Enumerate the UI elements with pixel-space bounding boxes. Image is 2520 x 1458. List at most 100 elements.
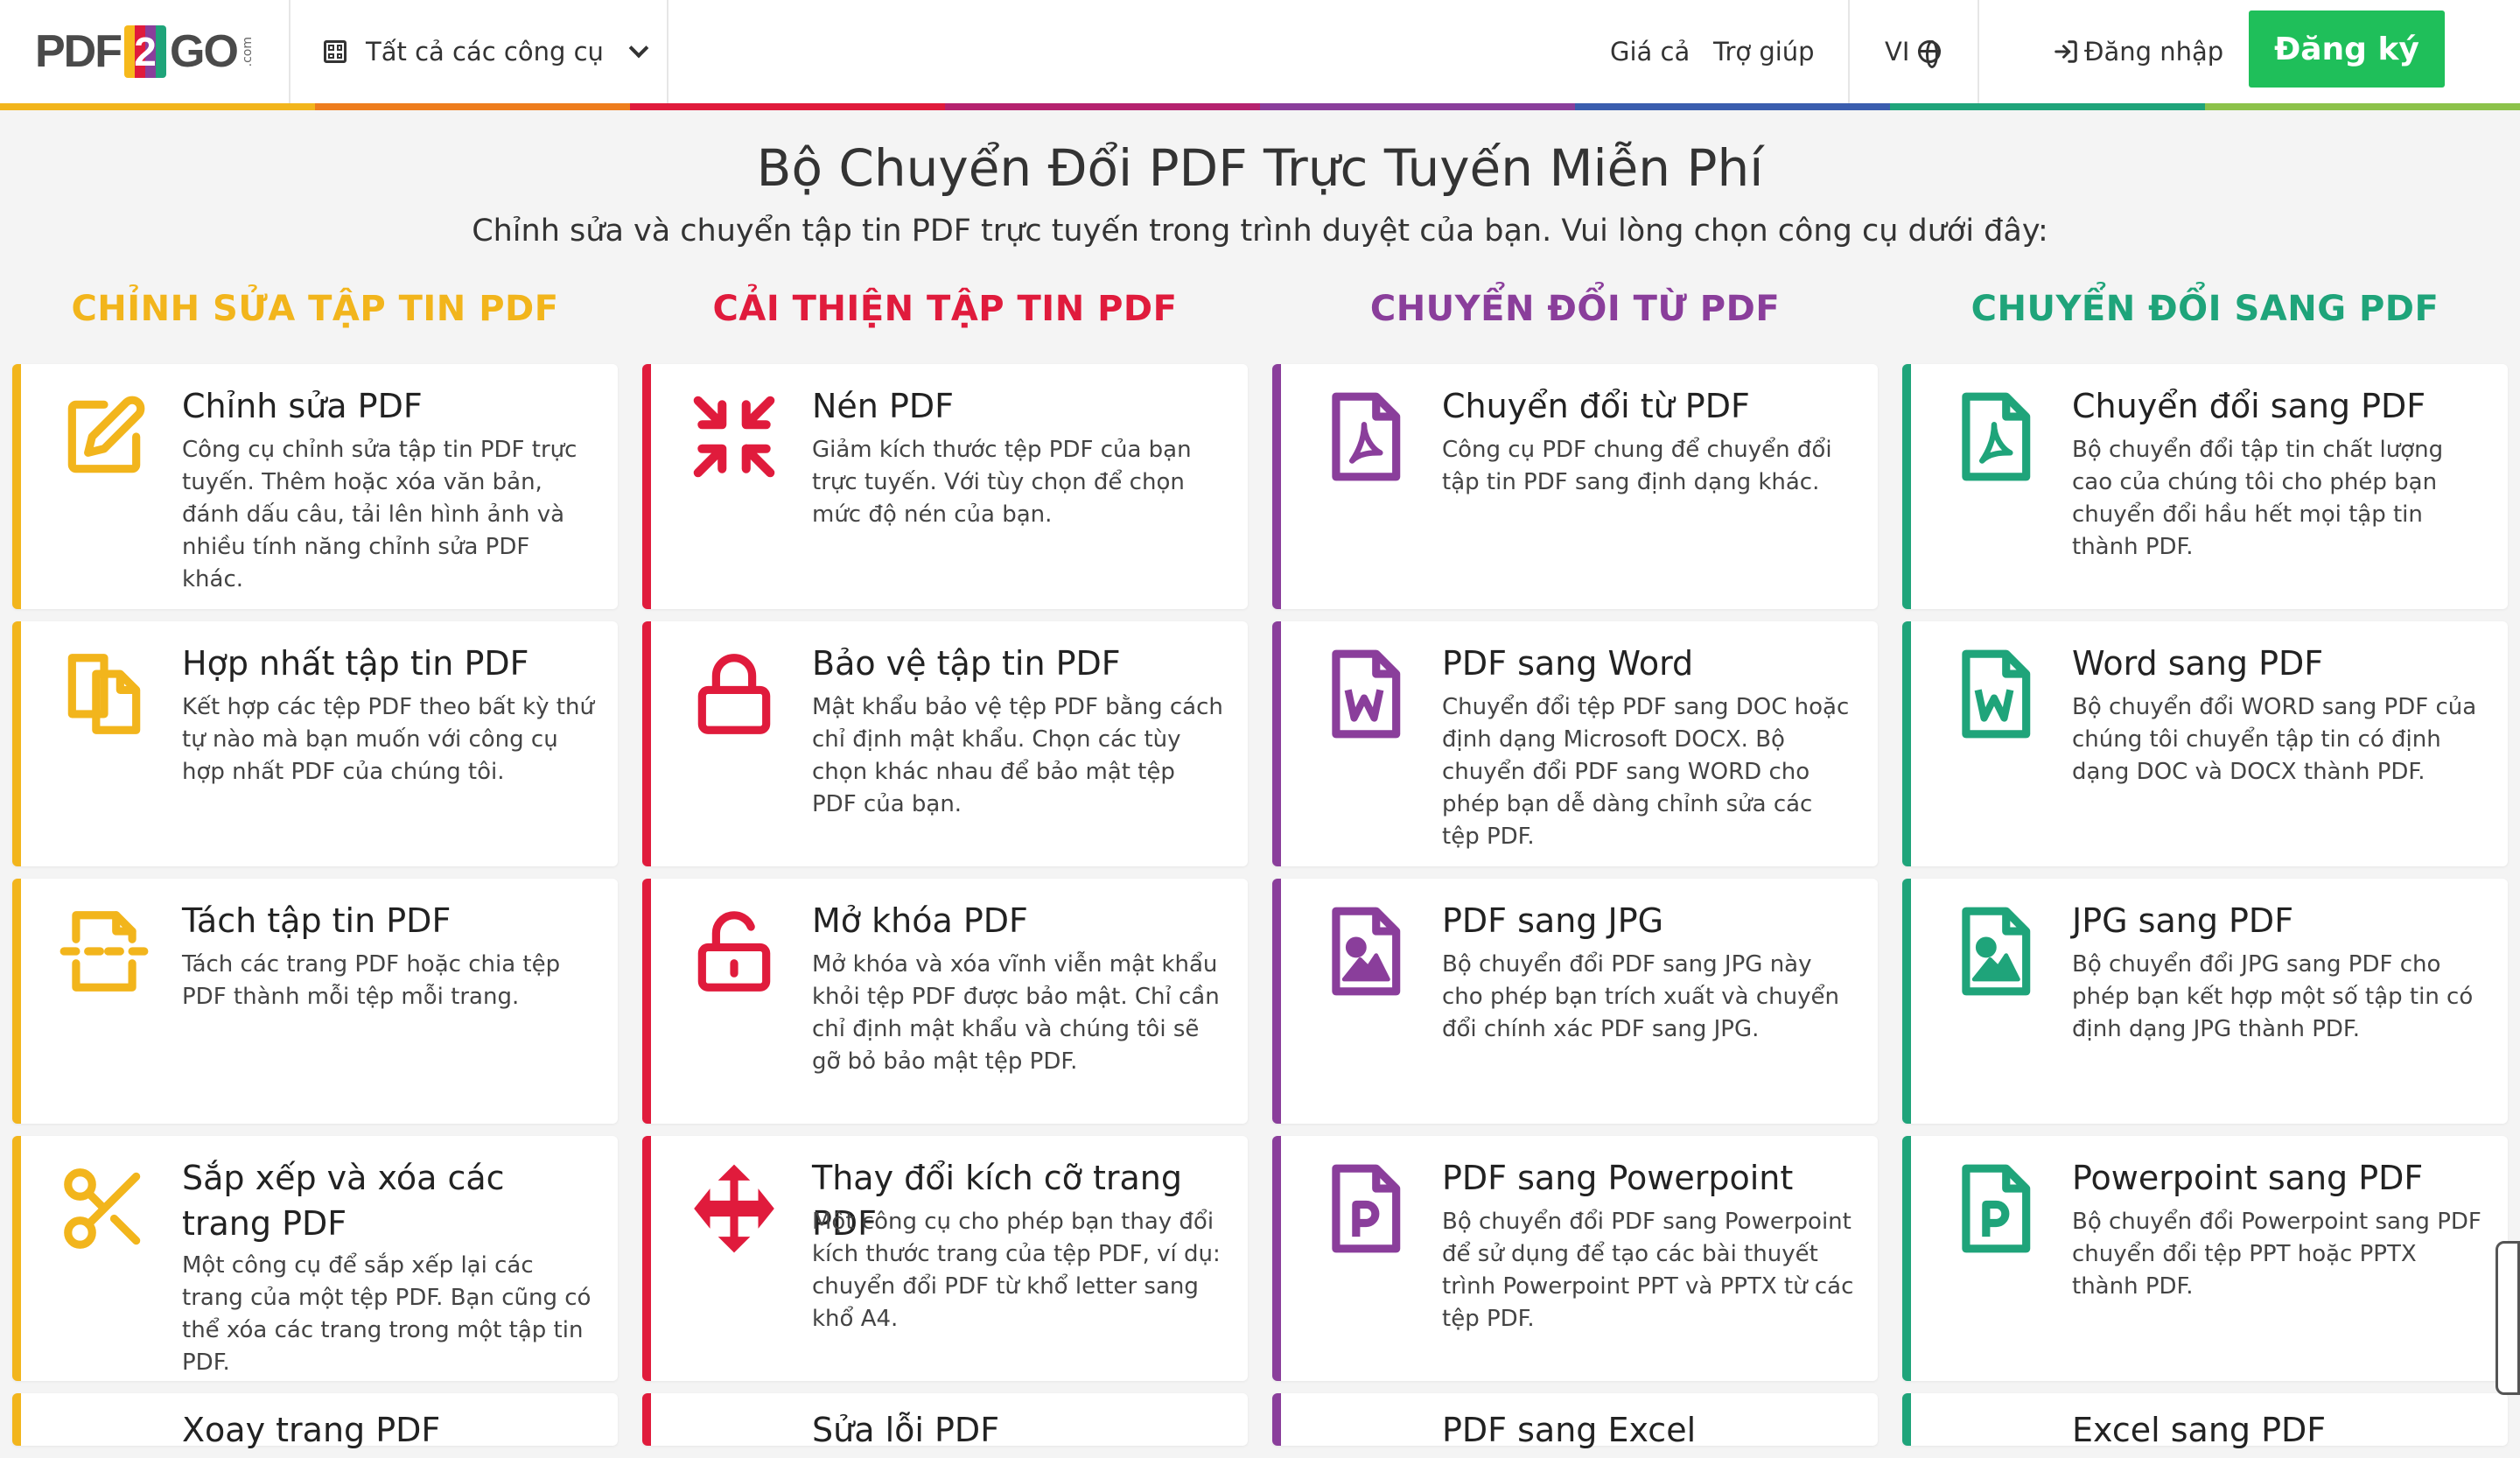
powerpoint-file-icon [1946, 1160, 2042, 1257]
all-tools-label: Tất cả các công cụ [366, 37, 604, 67]
tool-card-repair-pdf[interactable]: Sửa lỗi PDF [642, 1393, 1248, 1449]
tool-card-title: Xoay trang PDF [182, 1411, 441, 1449]
tool-card-title: PDF sang Powerpoint [1442, 1159, 1794, 1197]
tool-card-split-pdf[interactable]: Tách tập tin PDF Tách các trang PDF hoặc… [12, 879, 618, 1124]
tool-card-merge-pdf[interactable]: Hợp nhất tập tin PDF Kết hợp các tệp PDF… [12, 621, 618, 866]
logo-text-com: .com [240, 36, 255, 67]
pdf-file-icon [1316, 389, 1412, 485]
tool-card-title: JPG sang PDF [2072, 901, 2294, 940]
tool-card-rotate-pdf[interactable]: Xoay trang PDF [12, 1393, 618, 1449]
tool-card-title: Sắp xếp và xóa các trang PDF [182, 1159, 505, 1243]
tool-card-title: Chuyển đổi sang PDF [2072, 387, 2426, 425]
tool-card-pdf-to-excel[interactable]: PDF sang Excel [1272, 1393, 1878, 1449]
language-code: VI [1885, 37, 1910, 67]
column-convert-from-pdf: CHUYỂN ĐỔI TỪ PDF Chuyển đổi từ PDF Công… [1272, 289, 1878, 1458]
tool-card-sort-delete-pages[interactable]: Sắp xếp và xóa các trang PDF Một công cụ… [12, 1136, 618, 1381]
word-file-icon [1316, 646, 1412, 742]
tool-card-desc: Giảm kích thước tệp PDF của bạn trực tuy… [812, 437, 1192, 528]
tool-card-pdf-to-powerpoint[interactable]: PDF sang Powerpoint Bộ chuyển đổi PDF sa… [1272, 1136, 1878, 1381]
tool-card-title: Excel sang PDF [2072, 1411, 2327, 1449]
divider [1978, 0, 1979, 103]
tool-card-excel-to-pdf[interactable]: Excel sang PDF [1902, 1393, 2508, 1449]
divider [667, 0, 668, 103]
split-icon [56, 903, 152, 999]
tool-card-title: Bảo vệ tập tin PDF [812, 644, 1121, 683]
login-label: Đăng nhập [2084, 37, 2224, 67]
merge-icon [56, 646, 152, 742]
help-link[interactable]: Trợ giúp [1713, 30, 1815, 74]
tool-card-title: Chỉnh sửa PDF [182, 387, 423, 425]
page-title: Bộ Chuyển Đổi PDF Trực Tuyến Miễn Phí [756, 138, 1764, 198]
tool-card-title: PDF sang JPG [1442, 901, 1664, 940]
powerpoint-file-icon [1316, 1160, 1412, 1257]
tool-card-title: Sửa lỗi PDF [812, 1411, 1000, 1449]
chevron-down-icon [628, 38, 649, 59]
image-file-icon [1316, 903, 1412, 999]
signup-button[interactable]: Đăng ký [2249, 11, 2445, 88]
tool-card-title: Hợp nhất tập tin PDF [182, 644, 529, 683]
word-file-icon [1946, 646, 2042, 742]
tool-card-desc: Công cụ PDF chung để chuyển đổi tập tin … [1442, 437, 1832, 495]
top-navbar: PDF 2 GO .com Tất cả các công cụ Giá cả … [0, 0, 2520, 103]
globe-icon [1918, 40, 1942, 68]
tool-card-desc: Bộ chuyển đổi PDF sang Powerpoint để sử … [1442, 1209, 1854, 1332]
column-title: CHUYỂN ĐỔI TỪ PDF [1369, 289, 1781, 329]
tool-card-desc: Mật khẩu bảo vệ tệp PDF bằng cách chỉ đị… [812, 694, 1223, 817]
tool-card-title: PDF sang Word [1442, 644, 1694, 683]
tool-card-desc: Một công cụ cho phép bạn thay đổi kích t… [812, 1209, 1221, 1332]
tool-card-pdf-to-word[interactable]: PDF sang Word Chuyển đổi tệp PDF sang DO… [1272, 621, 1878, 866]
page-subtitle: Chỉnh sửa và chuyển tập tin PDF trực tuy… [472, 214, 2048, 249]
tool-card-desc: Mở khóa và xóa vĩnh viễn mật khẩu khỏi t… [812, 951, 1220, 1075]
tool-card-desc: Tách các trang PDF hoặc chia tệp PDF thà… [182, 951, 561, 1010]
tool-card-desc: Bộ chuyển đổi WORD sang PDF của chúng tô… [2072, 694, 2477, 785]
tool-card-desc: Bộ chuyển đổi PDF sang JPG này cho phép … [1442, 951, 1839, 1042]
column-optimize-pdf: CẢI THIỆN TẬP TIN PDF Nén PDF Giảm kích … [642, 289, 1248, 1458]
tool-card-desc: Bộ chuyển đổi tập tin chất lượng cao của… [2072, 437, 2444, 560]
tool-card-title: PDF sang Excel [1442, 1411, 1697, 1449]
tool-card-title: Mở khóa PDF [812, 901, 1028, 940]
pdf-file-icon [1946, 389, 2042, 485]
tool-card-desc: Bộ chuyển đổi Powerpoint sang PDF chuyển… [2072, 1209, 2482, 1300]
color-stripe [0, 103, 2520, 110]
floating-side-widget[interactable] [2496, 1241, 2520, 1395]
tool-card-compress-pdf[interactable]: Nén PDF Giảm kích thước tệp PDF của bạn … [642, 364, 1248, 609]
tool-card-word-to-pdf[interactable]: Word sang PDF Bộ chuyển đổi WORD sang PD… [1902, 621, 2508, 866]
column-title: CHUYỂN ĐỔI SANG PDF [1970, 289, 2440, 329]
tool-card-title: Word sang PDF [2072, 644, 2324, 683]
login-icon [2054, 40, 2077, 63]
pdf2go-logo[interactable]: PDF 2 GO .com [35, 25, 255, 79]
tool-card-convert-from-pdf[interactable]: Chuyển đổi từ PDF Công cụ PDF chung để c… [1272, 364, 1878, 609]
grid-icon [324, 40, 346, 63]
tool-card-unlock-pdf[interactable]: Mở khóa PDF Mở khóa và xóa vĩnh viễn mật… [642, 879, 1248, 1124]
image-file-icon [1946, 903, 2042, 999]
logo-text-right: GO [170, 26, 239, 77]
logo-text-two: 2 [124, 25, 166, 78]
tool-card-desc: Chuyển đổi tệp PDF sang DOC hoặc định dạ… [1442, 694, 1850, 850]
tool-card-title: Tách tập tin PDF [182, 901, 452, 940]
column-title: CẢI THIỆN TẬP TIN PDF [712, 289, 1178, 329]
language-selector[interactable]: VI [1885, 30, 1942, 74]
tool-card-desc: Bộ chuyển đổi JPG sang PDF cho phép bạn … [2072, 951, 2474, 1042]
tool-card-protect-pdf[interactable]: Bảo vệ tập tin PDF Mật khẩu bảo vệ tệp P… [642, 621, 1248, 866]
tool-card-powerpoint-to-pdf[interactable]: Powerpoint sang PDF Bộ chuyển đổi Powerp… [1902, 1136, 2508, 1381]
scissors-icon [56, 1160, 152, 1257]
tool-card-title: Chuyển đổi từ PDF [1442, 387, 1750, 425]
pricing-link[interactable]: Giá cả [1610, 30, 1690, 74]
edit-icon [56, 389, 152, 485]
unlock-icon [686, 903, 782, 999]
login-link[interactable]: Đăng nhập [2053, 30, 2223, 74]
all-tools-dropdown[interactable]: Tất cả các công cụ [324, 30, 649, 74]
tool-card-convert-to-pdf[interactable]: Chuyển đổi sang PDF Bộ chuyển đổi tập ti… [1902, 364, 2508, 609]
logo-text-left: PDF [35, 26, 122, 77]
column-edit-pdf: CHỈNH SỬA TẬP TIN PDF Chỉnh sửa PDF Công… [12, 289, 618, 1458]
tool-card-pdf-to-jpg[interactable]: PDF sang JPG Bộ chuyển đổi PDF sang JPG … [1272, 879, 1878, 1124]
tool-card-edit-pdf[interactable]: Chỉnh sửa PDF Công cụ chỉnh sửa tập tin … [12, 364, 618, 609]
divider [289, 0, 290, 103]
tool-card-desc: Kết hợp các tệp PDF theo bất kỳ thứ tự n… [182, 694, 594, 785]
tool-card-resize-pdf[interactable]: Thay đổi kích cỡ trang PDF Một công cụ c… [642, 1136, 1248, 1381]
divider [1848, 0, 1850, 103]
tool-card-title: Powerpoint sang PDF [2072, 1159, 2424, 1197]
tool-card-desc: Công cụ chỉnh sửa tập tin PDF trực tuyến… [182, 437, 578, 592]
move-arrows-icon [686, 1160, 782, 1257]
tool-card-jpg-to-pdf[interactable]: JPG sang PDF Bộ chuyển đổi JPG sang PDF … [1902, 879, 2508, 1124]
